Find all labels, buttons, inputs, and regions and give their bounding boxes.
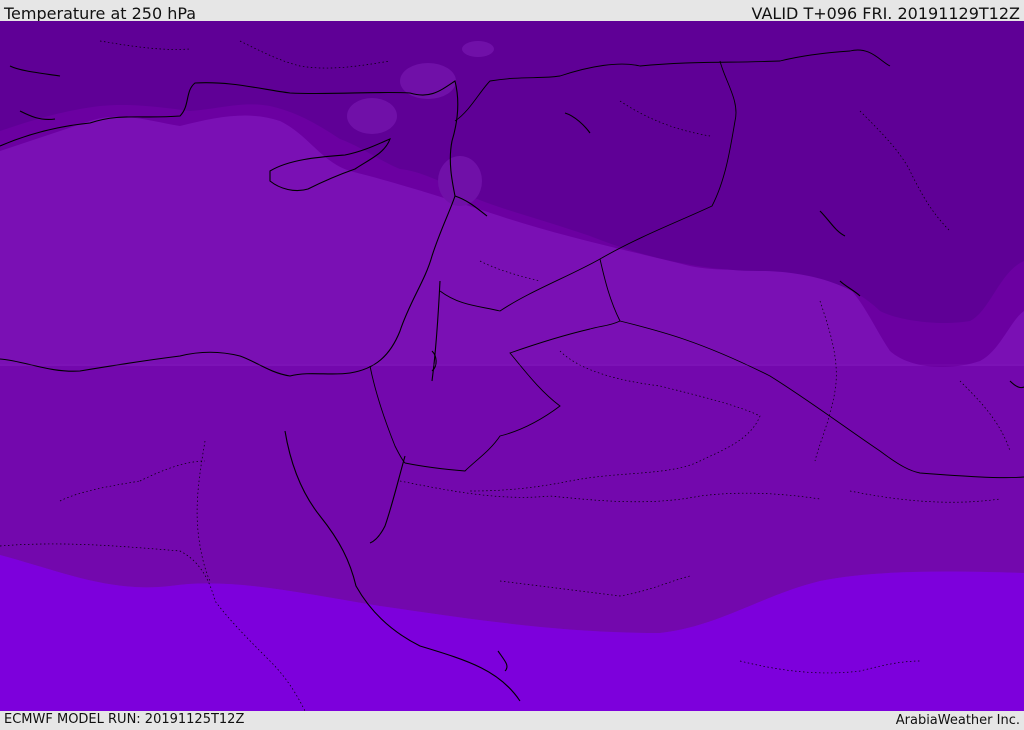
- warm-patch-turkey: [400, 63, 456, 99]
- weather-map[interactable]: [0, 21, 1024, 711]
- header-bar: Temperature at 250 hPa VALID T+096 FRI. …: [0, 0, 1024, 23]
- warm-patch-cyprus: [347, 98, 397, 134]
- model-run: ECMWF MODEL RUN: 20191125T12Z: [4, 712, 245, 727]
- warm-patch-sea: [462, 41, 494, 57]
- brand-name: ArabiaWeather Inc.: [895, 713, 1020, 728]
- footer-bar: ECMWF MODEL RUN: 20191125T12Z ArabiaWeat…: [0, 711, 1024, 729]
